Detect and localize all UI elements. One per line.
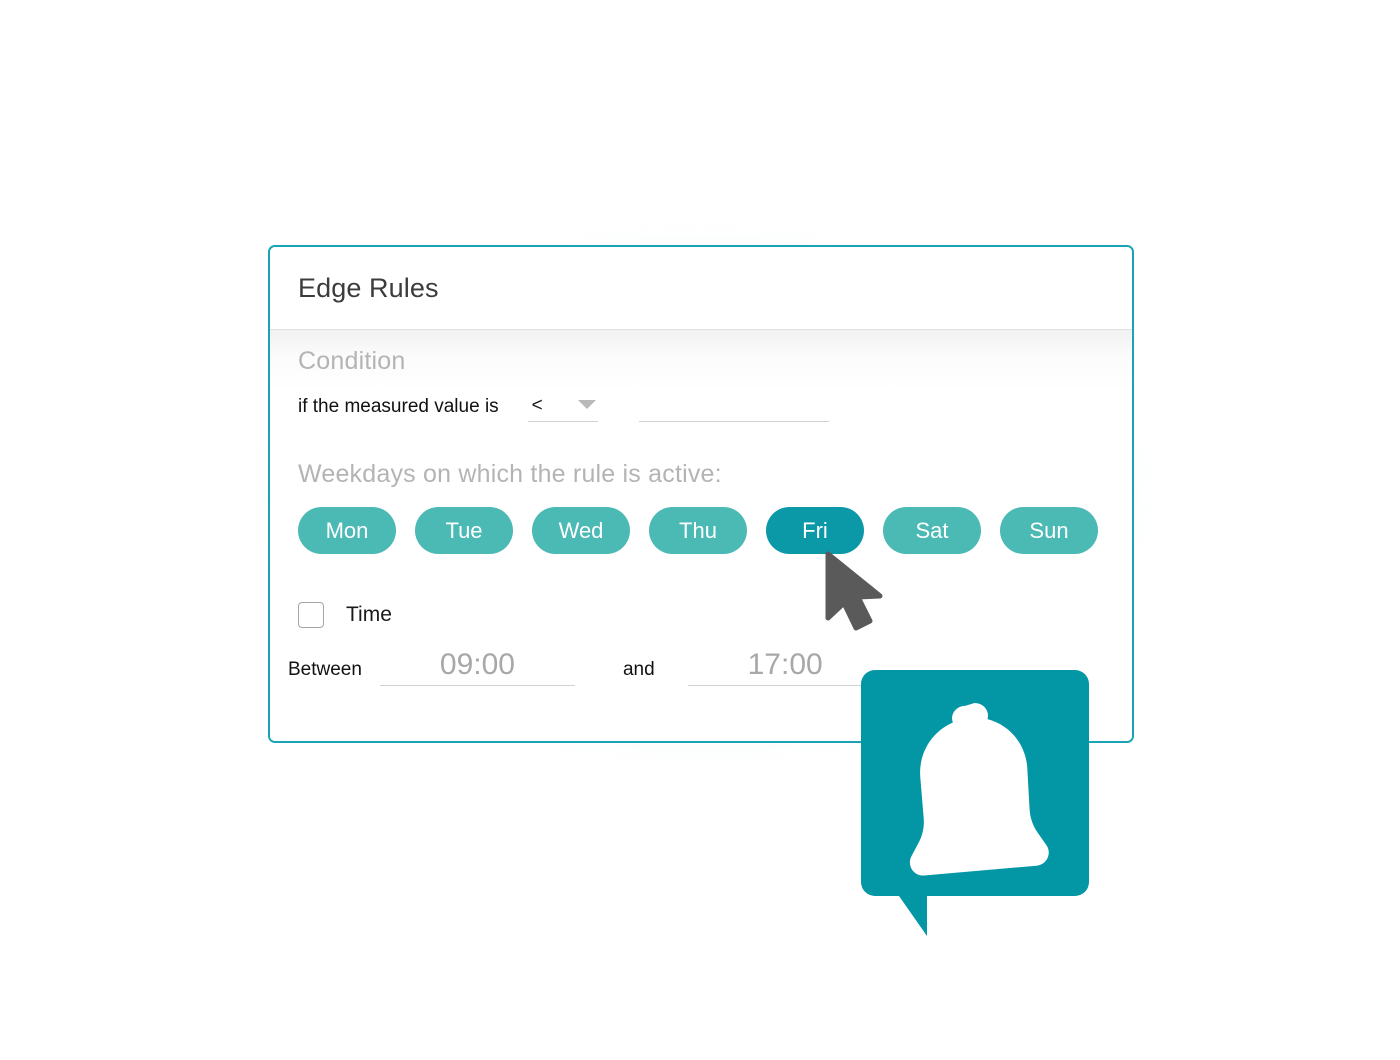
weekday-pill-wed[interactable]: Wed [532,507,630,554]
weekday-pill-label: Sun [1029,517,1069,543]
weekday-pill-sun[interactable]: Sun [1000,507,1098,554]
weekday-pill-group: Mon Tue Wed Thu Fri Sat Sun [298,507,1098,554]
start-time-text: 09:00 [439,647,515,681]
between-label: Between [288,659,362,680]
end-time-input[interactable]: 17:00 [687,646,883,686]
weekdays-section-label: Weekdays on which the rule is active: [298,460,722,488]
operator-selected-value: < [531,394,543,416]
weekday-pill-tue[interactable]: Tue [415,507,513,554]
weekday-pill-label: Tue [445,517,483,543]
weekday-pill-label: Mon [325,517,369,543]
time-checkbox[interactable] [298,602,324,628]
condition-prefix-label: if the measured value is [298,396,499,417]
chevron-down-icon [577,400,596,409]
weekday-pill-sat[interactable]: Sat [883,507,981,554]
end-time-text: 17:00 [747,647,823,681]
time-range-row: Between 09:00 and 17:00 [288,646,883,686]
edge-rules-card-wrapper: Edge Rules Condition if the measured val… [250,227,1152,761]
time-toggle-row: Time [298,602,392,628]
threshold-value-input[interactable] [638,392,829,422]
weekday-pill-fri[interactable]: Fri [766,507,864,554]
weekday-pill-label: Sat [915,517,949,543]
page-title: Edge Rules [298,273,439,303]
card-body: Condition if the measured value is < Wee… [270,330,1132,741]
weekday-pill-label: Wed [558,517,604,543]
condition-row: if the measured value is < [298,392,829,422]
edge-rules-card: Edge Rules Condition if the measured val… [268,245,1134,743]
condition-section-label: Condition [298,347,406,375]
start-time-input[interactable]: 09:00 [379,646,575,686]
operator-dropdown[interactable]: < [527,392,598,422]
weekday-pill-thu[interactable]: Thu [649,507,747,554]
time-checkbox-label: Time [346,603,392,626]
and-label: and [622,659,655,680]
weekday-pill-label: Fri [802,517,828,543]
card-header: Edge Rules [270,247,1132,330]
weekday-pill-label: Thu [679,517,717,543]
weekday-pill-mon[interactable]: Mon [298,507,396,554]
